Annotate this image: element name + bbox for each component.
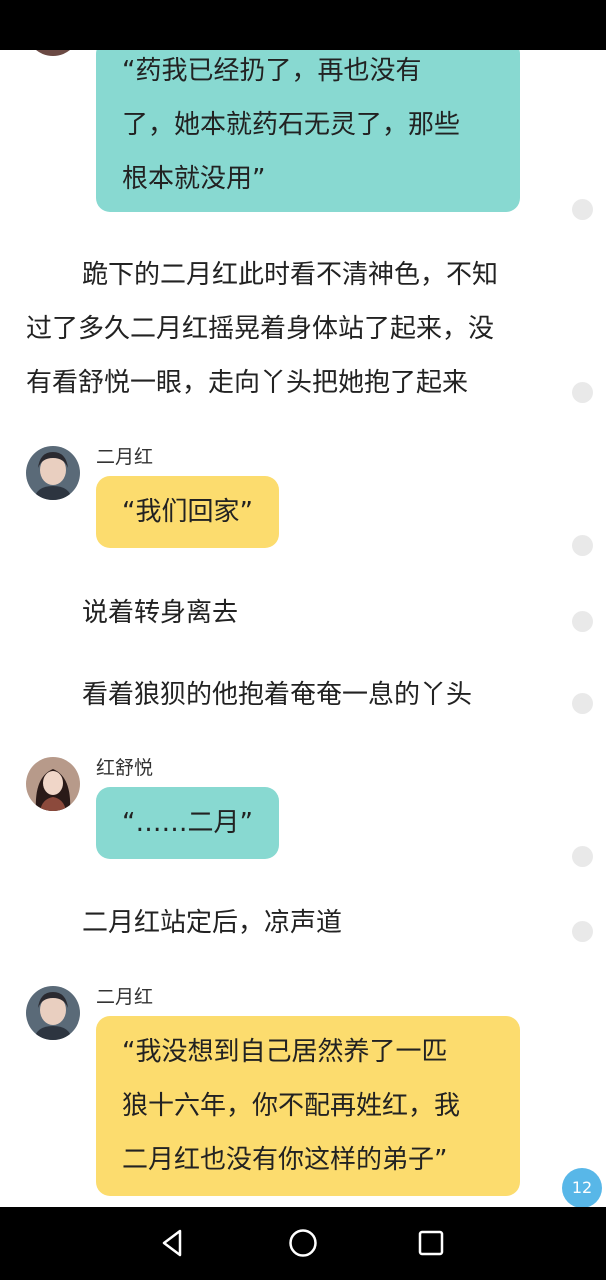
message-line: 狼十六年，你不配再姓红，我 <box>122 1091 461 1121</box>
comment-dot[interactable] <box>572 535 593 556</box>
speaker-name: 二月红 <box>96 986 154 1008</box>
speaker-name: 二月红 <box>96 446 154 468</box>
status-bar <box>0 0 606 50</box>
comment-dot[interactable] <box>572 693 593 714</box>
narration-line: 有看舒悦一眼，走向丫头把她抱了起来 <box>26 368 469 398</box>
story-content: “药我已经扔了，再也没有 了，她本就药石无灵了，那些 根本就没用” 跪下的二月红… <box>0 50 606 1207</box>
message-bubble: “我们回家” <box>96 476 279 548</box>
navigation-bar <box>0 1207 606 1280</box>
avatar-partial <box>26 50 80 56</box>
back-icon[interactable] <box>155 1225 191 1261</box>
narration: 看着狼狈的他抱着奄奄一息的丫头 <box>82 668 472 722</box>
narration-line: 过了多久二月红摇晃着身体站了起来，没 <box>26 314 495 344</box>
narration-line: 跪下的二月红此时看不清神色，不知 <box>82 260 499 290</box>
narration: 跪下的二月红此时看不清神色，不知 过了多久二月红摇晃着身体站了起来，没 有看舒悦… <box>26 248 566 410</box>
message-text: “我们回家” <box>122 497 253 527</box>
narration: 说着转身离去 <box>82 586 238 640</box>
message-bubble: “……二月” <box>96 787 279 859</box>
comment-dot[interactable] <box>572 199 593 220</box>
comment-dot[interactable] <box>572 382 593 403</box>
avatar <box>26 757 80 811</box>
recents-icon[interactable] <box>413 1225 449 1261</box>
narration: 二月红站定后，凉声道 <box>82 896 342 950</box>
narration-line: 看着狼狈的他抱着奄奄一息的丫头 <box>82 680 473 710</box>
comment-dot[interactable] <box>572 846 593 867</box>
home-icon[interactable] <box>285 1225 321 1261</box>
comment-dot[interactable] <box>572 611 593 632</box>
message-line: “我没想到自己居然养了一匹 <box>122 1037 448 1067</box>
avatar <box>26 446 80 500</box>
avatar <box>26 986 80 1040</box>
message-text: “……二月” <box>122 808 253 838</box>
comment-dot[interactable] <box>572 921 593 942</box>
message-line: 根本就没用” <box>122 164 266 194</box>
page-number-badge[interactable]: 12 <box>562 1168 602 1208</box>
speaker-name: 红舒悦 <box>96 757 154 779</box>
message-line: 二月红也没有你这样的弟子” <box>122 1145 448 1175</box>
message-bubble: “我没想到自己居然养了一匹 狼十六年，你不配再姓红，我 二月红也没有你这样的弟子… <box>96 1016 520 1196</box>
message-line: “药我已经扔了，再也没有 <box>122 56 422 86</box>
message-line: 了，她本就药石无灵了，那些 <box>122 110 461 140</box>
narration-line: 说着转身离去 <box>82 598 239 628</box>
narration-line: 二月红站定后，凉声道 <box>82 908 343 938</box>
message-bubble: “药我已经扔了，再也没有 了，她本就药石无灵了，那些 根本就没用” <box>96 50 520 212</box>
